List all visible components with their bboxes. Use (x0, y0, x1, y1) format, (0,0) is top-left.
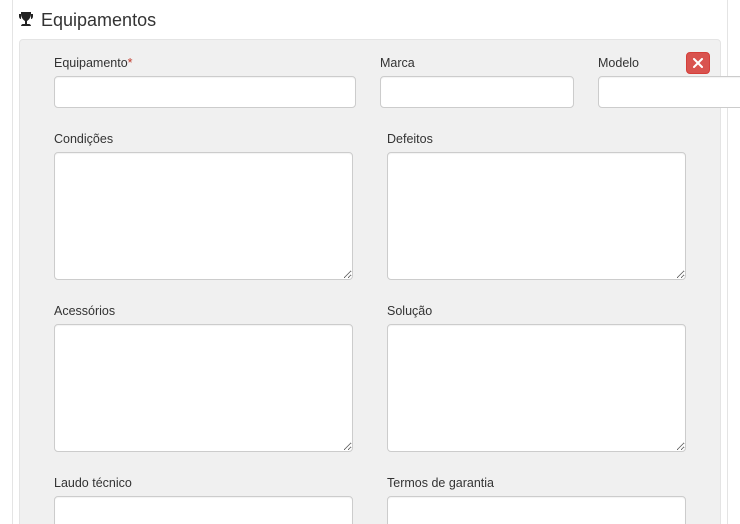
laudo-textarea[interactable] (54, 496, 353, 524)
acessorios-label: Acessórios (54, 304, 353, 318)
close-icon (693, 58, 703, 68)
laudo-label: Laudo técnico (54, 476, 353, 490)
defeitos-textarea[interactable] (387, 152, 686, 280)
section-header: Equipamentos (13, 0, 727, 39)
condicoes-label: Condições (54, 132, 353, 146)
section-title: Equipamentos (41, 10, 156, 31)
form-panel: Equipamento* Marca Modelo Série (19, 39, 721, 524)
modelo-label: Modelo (598, 56, 740, 70)
remove-button[interactable] (686, 52, 710, 74)
defeitos-label: Defeitos (387, 132, 686, 146)
marca-label: Marca (380, 56, 574, 70)
garantia-label: Termos de garantia (387, 476, 686, 490)
marca-input[interactable] (380, 76, 574, 108)
trophy-icon (19, 12, 33, 30)
garantia-textarea[interactable] (387, 496, 686, 524)
equipamento-input[interactable] (54, 76, 356, 108)
acessorios-textarea[interactable] (54, 324, 353, 452)
condicoes-textarea[interactable] (54, 152, 353, 280)
equipamento-label-text: Equipamento (54, 56, 128, 70)
required-marker: * (128, 56, 133, 70)
solucao-textarea[interactable] (387, 324, 686, 452)
modelo-input[interactable] (598, 76, 740, 108)
solucao-label: Solução (387, 304, 686, 318)
equipamento-label: Equipamento* (54, 56, 356, 70)
